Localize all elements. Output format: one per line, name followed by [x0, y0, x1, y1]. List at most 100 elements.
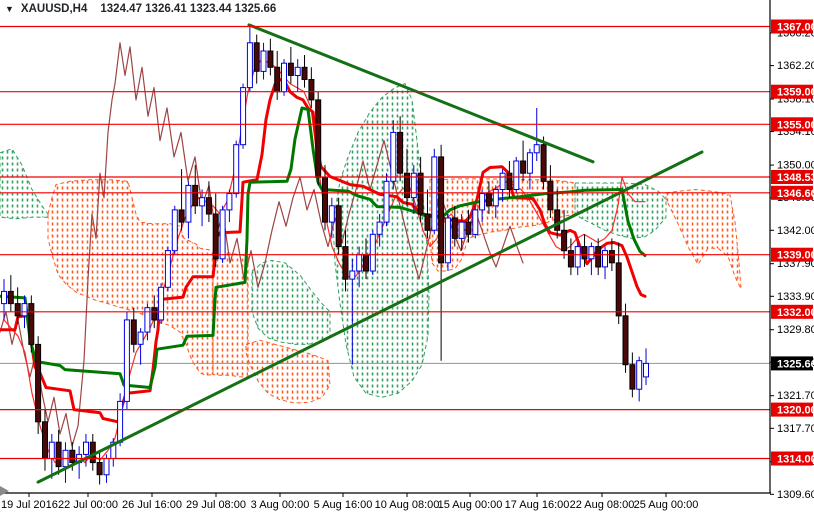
price-tick-label: 1317.70 — [777, 423, 814, 435]
svg-text:1348.53: 1348.53 — [777, 172, 814, 184]
bear-candle-body — [212, 213, 219, 260]
bull-candle-body — [588, 246, 595, 260]
bull-candle-body — [390, 131, 397, 182]
bear-candle-body — [417, 172, 424, 215]
chart-ohlc-values: 1324.47 1326.41 1323.44 1325.66 — [100, 3, 277, 15]
bull-candle-body — [356, 254, 363, 272]
bear-candle-body — [322, 176, 328, 223]
bull-candle-body — [103, 458, 110, 476]
svg-text:1314.00: 1314.00 — [777, 454, 814, 466]
time-tick-label: 5 Aug 16:00 — [314, 499, 373, 511]
bull-candle-body — [369, 233, 376, 272]
bull-candle-body — [479, 193, 486, 211]
bear-candle-body — [595, 246, 602, 268]
price-tick-label: 1329.80 — [777, 324, 814, 336]
svg-text:1339.00: 1339.00 — [777, 250, 814, 262]
bear-candle-body — [506, 172, 513, 190]
bear-candle-body — [130, 319, 137, 345]
svg-text:1325.66: 1325.66 — [777, 358, 814, 370]
bull-candle-body — [137, 331, 144, 345]
bull-candle-body — [602, 250, 608, 268]
price-tick-label: 1362.20 — [777, 60, 814, 72]
current-price-badge: 1325.66 — [771, 356, 814, 371]
bear-candle-body — [608, 250, 615, 264]
bear-candle-body — [301, 66, 308, 81]
price-tick-label: 1321.70 — [777, 390, 814, 402]
bear-candle-body — [581, 246, 588, 260]
bull-candle-body — [281, 62, 287, 93]
chart-title: ▼ XAUUSD,H4 1324.47 1326.41 1323.44 1325… — [5, 3, 276, 15]
time-tick-label: 3 Aug 00:00 — [251, 499, 310, 511]
bull-candle-body — [492, 189, 499, 207]
symbol-dropdown-arrow[interactable]: ▼ — [5, 4, 14, 14]
level-price-badge: 1359.00 — [771, 84, 814, 99]
bull-candle-body — [574, 246, 581, 268]
bull-candle-body — [164, 250, 171, 288]
bull-candle-body — [185, 184, 192, 223]
bear-candle-body — [96, 462, 103, 476]
bear-candle-body — [253, 42, 260, 72]
svg-text:1320.00: 1320.00 — [777, 405, 814, 417]
bull-candle-body — [158, 286, 165, 321]
cloud-green-patch — [251, 259, 331, 345]
bull-candle-body — [21, 303, 28, 317]
bear-candle-body — [615, 262, 622, 317]
bear-candle-body — [622, 315, 629, 366]
bull-candle-body — [246, 42, 253, 89]
bear-candle-body — [629, 364, 636, 390]
bear-candle-body — [485, 193, 492, 207]
price-tick-label: 1350.00 — [777, 160, 814, 172]
bull-candle-body — [123, 319, 130, 402]
bear-candle-body — [520, 160, 527, 174]
bear-candle-body — [267, 50, 274, 68]
level-price-badge: 1314.00 — [771, 451, 814, 466]
chart-shift-marker[interactable] — [0, 486, 9, 496]
chart-symbol-timeframe: XAUUSD,H4 — [20, 3, 88, 15]
bear-candle-body — [547, 180, 554, 211]
svg-text:1367.00: 1367.00 — [777, 22, 814, 34]
level-price-badge: 1367.00 — [771, 19, 814, 34]
mt4-chart-window: ▼ XAUUSD,H4 1324.47 1326.41 1323.44 1325… — [0, 0, 814, 514]
bull-candle-body — [444, 217, 451, 264]
cloud-orange-patch — [665, 188, 742, 290]
bear-candle-body — [192, 184, 199, 207]
bear-candle-body — [151, 307, 158, 321]
bull-candle-body — [526, 152, 533, 174]
time-tick-label: 26 Jul 16:00 — [122, 499, 182, 511]
bull-candle-body — [499, 172, 506, 190]
time-tick-label: 22 Aug 08:00 — [570, 499, 635, 511]
bull-candle-body — [233, 144, 240, 195]
chart-canvas[interactable]: 1366.201362.201358.101354.101350.001346.… — [0, 0, 814, 514]
bull-candle-body — [294, 66, 301, 77]
level-price-badge: 1346.60 — [771, 185, 814, 200]
bull-candle-body — [376, 221, 383, 235]
bull-candle-body — [117, 400, 124, 443]
price-tick-label: 1342.00 — [777, 225, 814, 237]
bear-candle-body — [274, 66, 281, 93]
bull-candle-body — [513, 160, 520, 190]
bull-candle-body — [643, 362, 649, 378]
bear-candle-body — [28, 303, 35, 345]
bear-candle-body — [69, 449, 76, 463]
descending-trendline[interactable] — [247, 23, 595, 164]
bull-candle-body — [533, 144, 540, 154]
bull-candle-body — [431, 156, 438, 231]
time-tick-label: 17 Aug 16:00 — [505, 499, 570, 511]
bear-candle-body — [178, 209, 185, 223]
bull-candle-body — [1, 290, 7, 305]
svg-text:1355.00: 1355.00 — [777, 119, 814, 131]
bull-candle-body — [328, 205, 335, 223]
svg-text:1346.60: 1346.60 — [777, 188, 814, 200]
level-price-badge: 1339.00 — [771, 247, 814, 262]
time-tick-label: 10 Aug 08:00 — [375, 499, 440, 511]
level-price-badge: 1332.00 — [771, 304, 814, 319]
bull-candle-body — [349, 270, 356, 280]
price-tick-label: 1333.90 — [777, 291, 814, 303]
bear-candle-body — [315, 99, 322, 178]
time-tick-label: 15 Aug 00:00 — [438, 499, 503, 511]
bull-candle-body — [240, 87, 247, 146]
bear-candle-body — [55, 441, 62, 468]
bull-candle-body — [260, 50, 267, 72]
bull-candle-body — [636, 360, 643, 390]
time-tick-label: 22 Jul 00:00 — [58, 499, 118, 511]
